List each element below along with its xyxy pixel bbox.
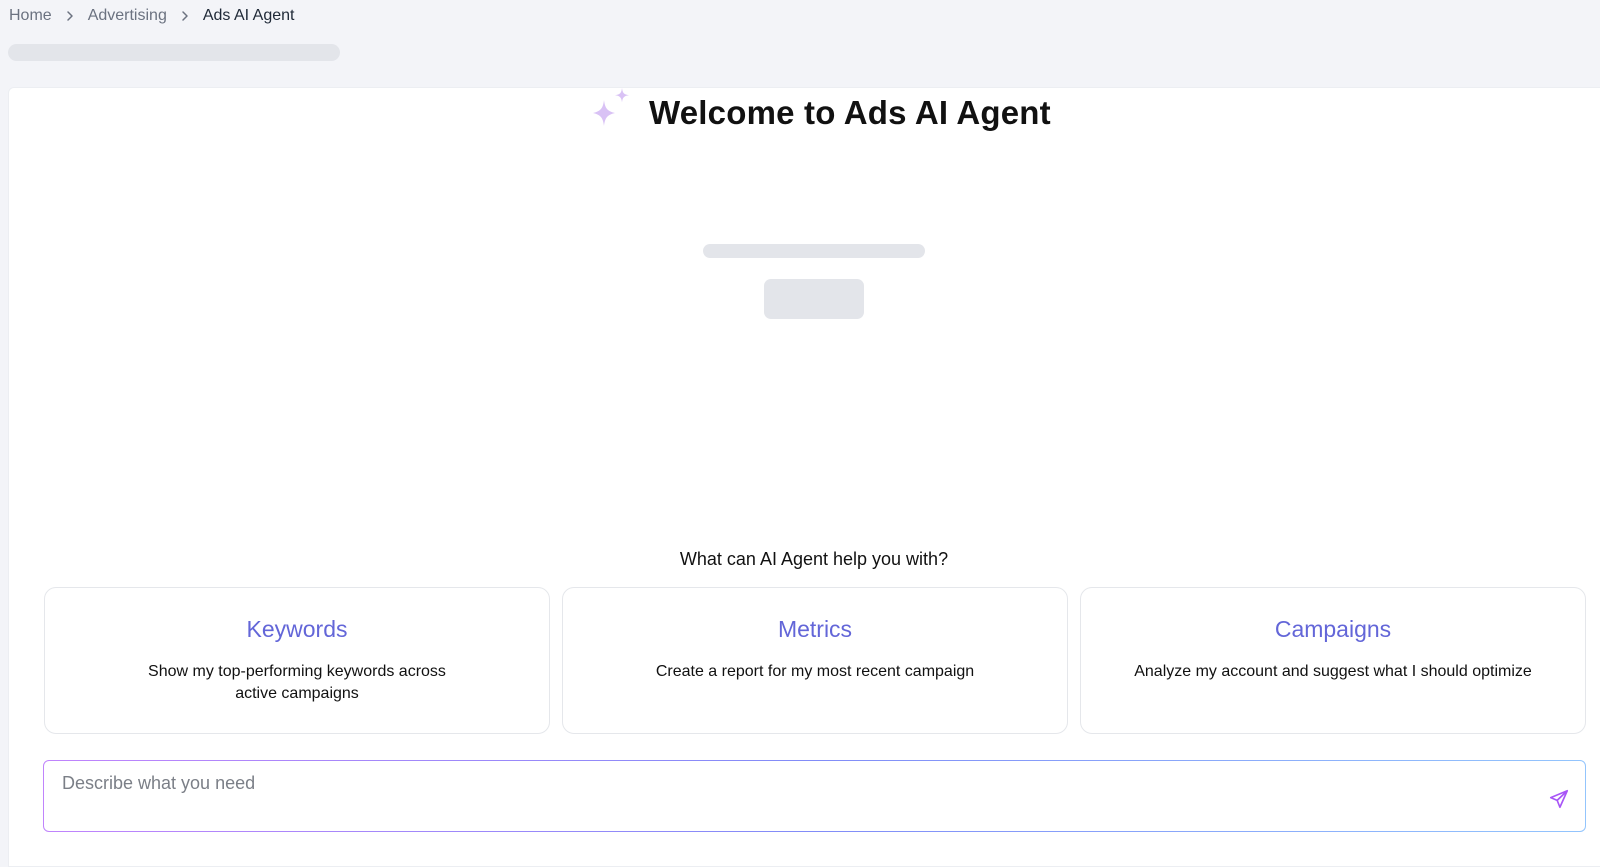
hero: Welcome to Ads AI Agent [0, 86, 1600, 146]
chevron-right-icon [167, 10, 203, 22]
loading-skeleton-header [8, 44, 340, 61]
card-description: Analyze my account and suggest what I sh… [1134, 663, 1532, 680]
card-title: Keywords [246, 616, 348, 642]
loading-skeleton-button [764, 279, 864, 319]
chevron-right-icon [52, 10, 88, 22]
card-title: Metrics [777, 616, 853, 642]
sparkle-icon [587, 86, 635, 139]
suggestion-card-campaigns[interactable]: Campaigns Analyze my account and suggest… [1080, 587, 1586, 734]
prompt-input[interactable] [62, 771, 1502, 795]
suggestion-card-keywords[interactable]: Keywords Show my top-performing keywords… [44, 587, 550, 734]
breadcrumb-advertising-link[interactable]: Advertising [88, 5, 167, 27]
help-heading: What can AI Agent help you with? [679, 549, 949, 569]
prompt-box [43, 760, 1586, 832]
suggestion-card-metrics[interactable]: Metrics Create a report for my most rece… [562, 587, 1068, 734]
breadcrumb: Home Advertising Ads AI Agent [9, 5, 294, 27]
loading-skeleton-subtitle [703, 244, 925, 258]
breadcrumb-home-link[interactable]: Home [9, 5, 52, 27]
breadcrumb-current: Ads AI Agent [202, 7, 295, 24]
card-description: Create a report for my most recent campa… [655, 663, 975, 680]
send-icon [1549, 789, 1569, 809]
card-description: Show my top-performing keywords across a… [148, 663, 446, 702]
send-button[interactable] [1547, 787, 1571, 811]
card-title: Campaigns [1274, 616, 1392, 642]
main-panel [8, 87, 1600, 867]
page-title: Welcome to Ads AI Agent [649, 93, 1051, 131]
